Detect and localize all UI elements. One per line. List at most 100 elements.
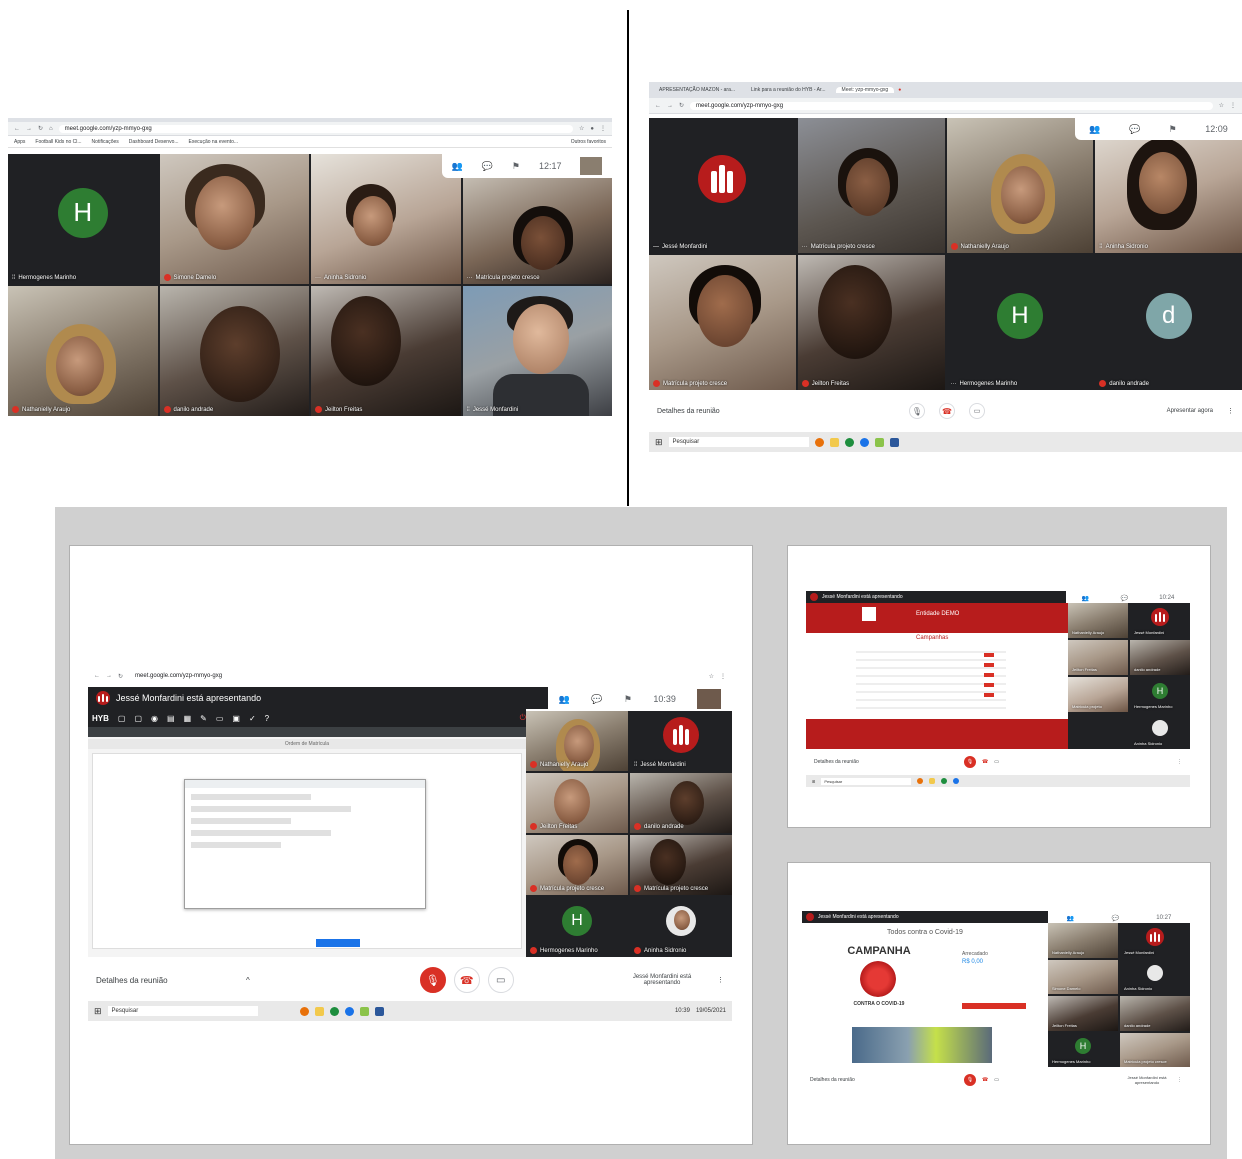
bookmark-item[interactable]: Football Kids no Cl...	[35, 139, 81, 145]
action-button[interactable]	[984, 653, 994, 657]
activities-icon[interactable]: ⚑	[1169, 124, 1177, 135]
star-icon[interactable]: ☆	[579, 125, 584, 132]
people-icon[interactable]: 👥	[1067, 915, 1074, 922]
bookmark-item[interactable]: Apps	[14, 139, 25, 145]
toolbar-icon[interactable]: ✎	[200, 714, 207, 723]
star-icon[interactable]: ☆	[709, 673, 714, 680]
end-call-button[interactable]: ☎	[982, 759, 988, 765]
app-taskbar-icon[interactable]	[874, 437, 884, 447]
url-field[interactable]: meet.google.com/yzp-mmyo-gxg	[690, 101, 1213, 110]
participant-tile[interactable]: d danilo andrade	[1095, 255, 1242, 390]
participant-tile[interactable]: Simone Damelo	[1048, 959, 1118, 994]
forward-icon[interactable]: →	[106, 673, 112, 679]
toolbar-icon[interactable]: ▣	[232, 714, 240, 723]
participant-tile[interactable]: Aninha Sidronio	[1120, 959, 1190, 994]
participant-tile[interactable]: ··· Matrícula projeto cresce	[797, 118, 945, 253]
participant-tile[interactable]: H ⁞⁞ Hermogenes Marinho	[8, 154, 158, 284]
meeting-details-button[interactable]: Detalhes da reunião	[657, 408, 857, 415]
reload-icon[interactable]: ↻	[118, 673, 123, 680]
participant-tile[interactable]: danilo andrade	[159, 286, 309, 416]
chat-icon[interactable]: 💬	[1120, 595, 1127, 602]
toolbar-icon[interactable]: ✓	[249, 714, 256, 723]
word-taskbar-icon[interactable]	[889, 437, 899, 447]
more-options-icon[interactable]: ⋮	[1177, 1077, 1182, 1083]
participant-tile[interactable]: — Jessé Monfardini	[649, 118, 796, 253]
mic-button[interactable]: 🎙	[909, 403, 925, 419]
taskbar-search[interactable]: Pesquisar	[668, 437, 809, 447]
participant-tile[interactable]: danilo andrade	[630, 773, 732, 833]
camera-button[interactable]: ▭	[969, 403, 985, 419]
reload-icon[interactable]: ↻	[38, 125, 43, 132]
more-options-icon[interactable]: ⋮	[1177, 759, 1182, 765]
participant-tile[interactable]: H Hermogenes Marinho	[1130, 677, 1190, 712]
participant-tile[interactable]: Matrícula projeto cresce	[630, 835, 732, 895]
participant-tile[interactable]: Jeilton Freitas	[526, 773, 628, 833]
bookmark-item[interactable]: Execução na evento...	[189, 139, 238, 145]
browser-tab-active[interactable]: Meet: yzp-mmyo-gxg	[835, 87, 895, 93]
app-taskbar-icon[interactable]	[844, 437, 854, 447]
mic-off-button[interactable]: 🎙	[964, 756, 976, 768]
toolbar-icon[interactable]: ▢	[118, 714, 126, 723]
url-field[interactable]: meet.google.com/yzp-mmyo-gxg	[129, 672, 703, 680]
more-options-icon[interactable]: ⋮	[717, 976, 724, 984]
toolbar-icon[interactable]: ▭	[216, 714, 224, 723]
people-icon[interactable]: 👥	[451, 161, 462, 172]
word-taskbar-icon[interactable]	[374, 1006, 384, 1016]
help-icon[interactable]: ?	[265, 714, 269, 723]
toolbar-icon[interactable]: ◉	[151, 714, 158, 723]
participant-tile[interactable]: Aninha Sidronio	[630, 897, 732, 957]
camera-button[interactable]: ▭	[994, 1077, 999, 1083]
participant-tile[interactable]: Jeilton Freitas	[797, 255, 945, 390]
chrome-taskbar-icon[interactable]	[917, 778, 924, 784]
chrome-taskbar-icon[interactable]	[814, 437, 824, 447]
activities-icon[interactable]: ⚑	[512, 161, 520, 172]
participant-tile[interactable]: Nathanielly Araujo	[8, 286, 158, 416]
activities-icon[interactable]: ⚑	[624, 694, 632, 705]
presenting-status[interactable]: Jessé Monfardini está apresentando	[1117, 1075, 1177, 1085]
participant-tile[interactable]: danilo andrade	[1120, 996, 1190, 1031]
participant-tile[interactable]: ⁞⁞ Jessé Monfardini	[630, 711, 732, 771]
windows-start-icon[interactable]: ⊞	[812, 779, 815, 784]
end-call-button[interactable]: ☎	[453, 967, 480, 993]
back-icon[interactable]: ←	[94, 673, 100, 679]
app-taskbar-icon[interactable]	[859, 437, 869, 447]
toolbar-icon[interactable]: ▦	[184, 714, 192, 723]
save-button[interactable]	[316, 939, 360, 947]
star-icon[interactable]: ☆	[1219, 102, 1224, 109]
menu-icon[interactable]: ⋮	[600, 125, 606, 132]
extensions-icon[interactable]: ●	[590, 126, 594, 132]
chevron-up-icon[interactable]: ^	[246, 976, 250, 985]
self-view-thumbnail[interactable]	[580, 157, 603, 175]
forward-icon[interactable]: →	[26, 126, 32, 132]
participant-tile[interactable]: Aninha Sidronio	[1130, 714, 1190, 749]
participant-tile[interactable]: Jessé Monfardini	[1120, 923, 1190, 958]
back-icon[interactable]: ←	[14, 126, 20, 132]
camera-button[interactable]: ▭	[994, 759, 999, 765]
self-view-thumbnail[interactable]	[697, 689, 722, 709]
participant-tile[interactable]: Nathanielly Araujo	[946, 118, 1094, 253]
chat-icon[interactable]: 💬	[591, 694, 602, 705]
taskbar-search[interactable]: Pesquisar	[107, 1006, 258, 1016]
toolbar-icon[interactable]: ▢	[134, 714, 142, 723]
participant-tile[interactable]: H ··· Hermogenes Marinho	[946, 255, 1094, 390]
end-call-button[interactable]: ☎	[982, 1077, 988, 1083]
participant-tile[interactable]: Matrícula projeto cresce	[649, 255, 796, 390]
donate-button[interactable]	[962, 1003, 1026, 1009]
action-button[interactable]	[984, 663, 994, 667]
windows-start-icon[interactable]: ⊞	[655, 437, 663, 448]
bookmark-other[interactable]: Outros favoritos	[571, 139, 606, 145]
presenting-status[interactable]: Jessé Monfardini está apresentando	[627, 974, 697, 986]
explorer-taskbar-icon[interactable]	[314, 1006, 324, 1016]
more-options-icon[interactable]: ⋮	[1227, 407, 1234, 415]
toolbar-icon[interactable]: ▤	[167, 714, 175, 723]
participant-tile[interactable]: danilo andrade	[1130, 640, 1190, 675]
bookmark-item[interactable]: Dashboard Desenvo...	[129, 139, 179, 145]
participant-tile[interactable]: Jeilton Freitas	[1068, 640, 1128, 675]
browser-tab[interactable]: Link para a reunião do HYB - Ar...	[745, 87, 832, 93]
people-icon[interactable]: 👥	[1082, 595, 1089, 602]
back-icon[interactable]: ←	[655, 103, 661, 109]
action-button[interactable]	[984, 683, 994, 687]
present-now-button[interactable]: Apresentar agora	[1167, 408, 1213, 414]
participant-tile[interactable]: Nathanielly Araujo	[526, 711, 628, 771]
menu-icon[interactable]: ⋮	[1230, 102, 1236, 109]
